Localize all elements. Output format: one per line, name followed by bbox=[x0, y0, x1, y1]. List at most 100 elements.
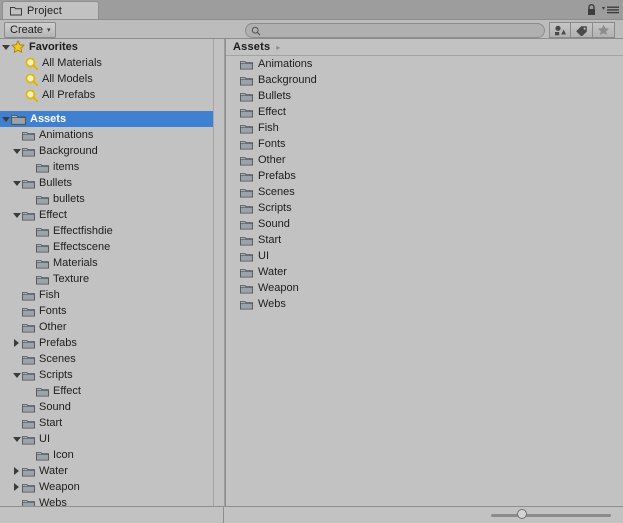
tree-item-folder[interactable]: Scripts bbox=[0, 367, 213, 383]
breadcrumb-assets[interactable]: Assets bbox=[233, 41, 270, 53]
chevron-right-icon[interactable] bbox=[11, 463, 22, 479]
tree-item-folder[interactable]: Start bbox=[0, 415, 213, 431]
chevron-down-icon[interactable] bbox=[11, 175, 22, 191]
tree-item-folder[interactable]: bullets bbox=[0, 191, 213, 207]
tree-item-label: Texture bbox=[53, 273, 90, 285]
filter-by-type-button[interactable] bbox=[549, 22, 571, 38]
tree-item-folder[interactable]: Effect bbox=[0, 207, 213, 223]
chevron-down-icon[interactable] bbox=[0, 39, 11, 55]
tree-item-folder[interactable]: Effectfishdie bbox=[0, 223, 213, 239]
tree-item-folder[interactable]: Sound bbox=[0, 399, 213, 415]
slider-knob[interactable] bbox=[517, 509, 527, 519]
tree-item-label: UI bbox=[39, 433, 50, 445]
asset-browser-panel: Assets ▸ Animations Background Bullets Effe… bbox=[225, 39, 623, 517]
folder-icon bbox=[240, 203, 253, 214]
list-item[interactable]: Background bbox=[226, 72, 623, 88]
tree-item-folder[interactable]: Background bbox=[0, 143, 213, 159]
create-button[interactable]: Create ▾ bbox=[4, 22, 56, 38]
folder-icon bbox=[240, 283, 253, 294]
tree-item-folder[interactable]: Prefabs bbox=[0, 335, 213, 351]
tree-item-folder[interactable]: Materials bbox=[0, 255, 213, 271]
hamburger-menu-icon[interactable] bbox=[602, 4, 620, 18]
search-input[interactable] bbox=[264, 24, 529, 37]
tree-item-favorites[interactable]: Favorites bbox=[0, 39, 213, 55]
list-item[interactable]: Sound bbox=[226, 216, 623, 232]
tree-item-folder[interactable]: Icon bbox=[0, 447, 213, 463]
tab-project[interactable]: Project bbox=[2, 1, 99, 19]
folder-icon bbox=[36, 386, 49, 397]
list-item[interactable]: Start bbox=[226, 232, 623, 248]
chevron-down-icon[interactable] bbox=[0, 111, 11, 127]
tree-item-folder[interactable]: UI bbox=[0, 431, 213, 447]
list-item[interactable]: Scripts bbox=[226, 200, 623, 216]
list-item-label: Effect bbox=[258, 106, 286, 118]
chevron-right-icon[interactable] bbox=[11, 479, 22, 495]
tree-item-folder[interactable]: Fonts bbox=[0, 303, 213, 319]
tree-item-label: Water bbox=[39, 465, 68, 477]
tree-item-folder[interactable]: Texture bbox=[0, 271, 213, 287]
tree-item-label: Animations bbox=[39, 129, 94, 141]
chevron-down-icon[interactable] bbox=[11, 207, 22, 223]
folder-icon bbox=[240, 123, 253, 134]
tree-item-folder[interactable]: Bullets bbox=[0, 175, 213, 191]
folder-icon bbox=[22, 434, 35, 445]
folder-icon bbox=[240, 59, 253, 70]
folder-icon bbox=[22, 466, 35, 477]
tree-item-folder[interactable]: Other bbox=[0, 319, 213, 335]
tree-item-folder[interactable]: Effect bbox=[0, 383, 213, 399]
tab-project-label: Project bbox=[27, 4, 62, 17]
tree-item-folder[interactable]: Water bbox=[0, 463, 213, 479]
folder-icon bbox=[22, 418, 35, 429]
list-item[interactable]: Bullets bbox=[226, 88, 623, 104]
icon-size-slider[interactable] bbox=[491, 509, 611, 519]
list-item[interactable]: Other bbox=[226, 152, 623, 168]
list-item[interactable]: Effect bbox=[226, 104, 623, 120]
status-bar-left bbox=[0, 507, 224, 523]
list-item[interactable]: Fish bbox=[226, 120, 623, 136]
tree-vertical-scrollbar[interactable] bbox=[213, 39, 224, 517]
chevron-down-icon[interactable] bbox=[11, 143, 22, 159]
chevron-down-icon[interactable] bbox=[11, 431, 22, 447]
list-item[interactable]: Weapon bbox=[226, 280, 623, 296]
tree-item-label: Prefabs bbox=[39, 337, 77, 349]
filter-favorites-button[interactable] bbox=[593, 22, 615, 38]
tree-item-favorite[interactable]: All Materials bbox=[0, 55, 213, 71]
tree-item-folder[interactable]: Scenes bbox=[0, 351, 213, 367]
tree-item-assets[interactable]: Assets bbox=[0, 111, 213, 127]
tree-item-label: Icon bbox=[53, 449, 74, 461]
lock-icon[interactable] bbox=[586, 3, 597, 19]
chevron-down-icon[interactable] bbox=[11, 367, 22, 383]
star-icon bbox=[598, 24, 609, 35]
list-item[interactable]: UI bbox=[226, 248, 623, 264]
list-item[interactable]: Prefabs bbox=[226, 168, 623, 184]
tree-item-folder[interactable]: Fish bbox=[0, 287, 213, 303]
star-icon bbox=[11, 40, 25, 54]
list-item[interactable]: Webs bbox=[226, 296, 623, 312]
search-field[interactable] bbox=[245, 23, 545, 38]
list-item-label: Other bbox=[258, 154, 286, 166]
list-item[interactable]: Scenes bbox=[226, 184, 623, 200]
tree-item-folder[interactable]: Weapon bbox=[0, 479, 213, 495]
tree-item-folder[interactable]: items bbox=[0, 159, 213, 175]
create-button-label: Create bbox=[10, 24, 44, 36]
list-item[interactable]: Water bbox=[226, 264, 623, 280]
project-toolbar: Create ▾ bbox=[0, 19, 623, 39]
assets-tree-list: Animations Background items Bullets bullets E… bbox=[0, 127, 213, 511]
filter-by-label-button[interactable] bbox=[571, 22, 593, 38]
list-item[interactable]: Fonts bbox=[226, 136, 623, 152]
tree-item-folder[interactable]: Effectscene bbox=[0, 239, 213, 255]
list-item[interactable]: Animations bbox=[226, 56, 623, 72]
folder-icon bbox=[22, 210, 35, 221]
tree-item-favorite[interactable]: All Models bbox=[0, 71, 213, 87]
tree-item-label: Materials bbox=[53, 257, 98, 269]
tree-item-favorite[interactable]: All Prefabs bbox=[0, 87, 213, 103]
tree-item-folder[interactable]: Animations bbox=[0, 127, 213, 143]
chevron-right-icon[interactable] bbox=[11, 335, 22, 351]
